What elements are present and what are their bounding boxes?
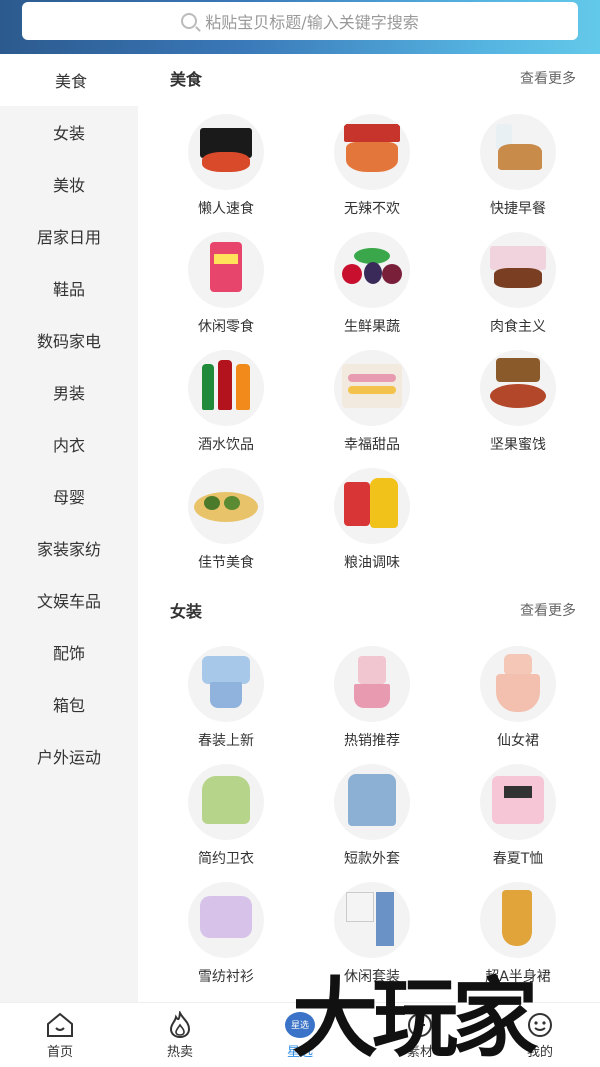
sidebar-item-underwear[interactable]: 内衣	[0, 418, 138, 470]
skirt-icon	[480, 882, 556, 958]
fruit-icon	[334, 232, 410, 308]
bread-icon	[480, 114, 556, 190]
grid-item-label: 懒人速食	[198, 201, 254, 217]
grid-item[interactable]: 酒水饮品	[153, 350, 299, 454]
grid-item-label: 坚果蜜饯	[490, 437, 546, 453]
grid-item[interactable]: 坚果蜜饯	[445, 350, 591, 454]
section-header-food: 美食 查看更多	[170, 66, 576, 90]
grid-item-label: 雪纺衬衫	[198, 969, 254, 985]
category-sidebar: 美食 女装 美妆 居家日用 鞋品 数码家电 男装 内衣 母婴 家装家纺 文娱车品…	[0, 54, 138, 1002]
sidebar-item-beauty[interactable]: 美妆	[0, 158, 138, 210]
casual-set-icon	[334, 882, 410, 958]
grid-item-label: 酒水饮品	[198, 437, 254, 453]
oil-rice-icon	[334, 468, 410, 544]
sidebar-item-outdoor[interactable]: 户外运动	[0, 730, 138, 782]
grid-item[interactable]: 幸福甜品	[299, 350, 445, 454]
grid-item[interactable]: 简约卫衣	[153, 764, 299, 868]
section-title: 美食	[170, 70, 203, 89]
watermark-logo: 大玩家	[292, 968, 538, 1067]
search-placeholder: 粘贴宝贝标题/输入关键字搜索	[205, 13, 419, 32]
nuts-icon	[480, 350, 556, 426]
grid-item-label: 短款外套	[344, 851, 400, 867]
grid-item-label: 仙女裙	[497, 733, 539, 749]
grid-item-label: 休闲零食	[198, 319, 254, 335]
grid-item-label: 生鲜果蔬	[344, 319, 400, 335]
sidebar-item-baby[interactable]: 母婴	[0, 470, 138, 522]
instant-noodle-icon	[188, 114, 264, 190]
tab-hot[interactable]: 热卖	[120, 1003, 240, 1067]
festival-food-icon	[188, 468, 264, 544]
sidebar-item-womens[interactable]: 女装	[0, 106, 138, 158]
sidebar-item-mens[interactable]: 男装	[0, 366, 138, 418]
fairy-dress-icon	[480, 646, 556, 722]
tab-label: 首页	[46, 1044, 73, 1060]
flame-icon	[164, 1010, 196, 1039]
grid-item-label: 快捷早餐	[490, 201, 546, 217]
sidebar-item-accessories[interactable]: 配饰	[0, 626, 138, 678]
snack-bag-icon	[188, 232, 264, 308]
grid-item-label: 春装上新	[198, 733, 254, 749]
grid-item-label: 肉食主义	[490, 319, 546, 335]
macaron-icon	[334, 350, 410, 426]
sidebar-item-food[interactable]: 美食	[0, 54, 138, 106]
meat-icon	[480, 232, 556, 308]
spicy-snack-icon	[334, 114, 410, 190]
grid-item[interactable]: 快捷早餐	[445, 114, 591, 218]
view-more-link[interactable]: 查看更多	[520, 68, 576, 88]
grid-item[interactable]: 生鲜果蔬	[299, 232, 445, 336]
grid-item[interactable]: 春夏T恤	[445, 764, 591, 868]
grid-item[interactable]: 短款外套	[299, 764, 445, 868]
grid-item[interactable]: 佳节美食	[153, 468, 299, 572]
sidebar-item-home[interactable]: 居家日用	[0, 210, 138, 262]
top-bar: 粘贴宝贝标题/输入关键字搜索	[0, 0, 600, 54]
tab-home[interactable]: 首页	[0, 1003, 120, 1067]
grid-item[interactable]: 热销推荐	[299, 646, 445, 750]
view-more-link[interactable]: 查看更多	[520, 600, 576, 620]
grid-item-label: 热销推荐	[344, 733, 400, 749]
grid-item-label: 春夏T恤	[492, 851, 544, 867]
sidebar-item-bags[interactable]: 箱包	[0, 678, 138, 730]
section-header-womens: 女装 查看更多	[170, 598, 576, 622]
blouse-icon	[188, 646, 264, 722]
sidebar-item-shoes[interactable]: 鞋品	[0, 262, 138, 314]
chiffon-shirt-icon	[188, 882, 264, 958]
tshirt-icon	[480, 764, 556, 840]
grid-item[interactable]: 春装上新	[153, 646, 299, 750]
sidebar-item-entertainment[interactable]: 文娱车品	[0, 574, 138, 626]
category-content: 美食 查看更多 懒人速食 无辣不欢 快捷早餐 休闲零食 生鲜果蔬 肉食主义 酒水…	[138, 54, 600, 1002]
grid-item-label: 佳节美食	[198, 555, 254, 571]
hoodie-icon	[188, 764, 264, 840]
section-title: 女装	[170, 602, 203, 621]
grid-item-label: 简约卫衣	[198, 851, 254, 867]
grid-item[interactable]: 雪纺衬衫	[153, 882, 299, 986]
grid-item-label: 粮油调味	[344, 555, 400, 571]
search-icon	[181, 13, 198, 29]
grid-item[interactable]: 粮油调味	[299, 468, 445, 572]
drink-bottles-icon	[188, 350, 264, 426]
sidebar-item-electronics[interactable]: 数码家电	[0, 314, 138, 366]
grid-item[interactable]: 肉食主义	[445, 232, 591, 336]
grid-item[interactable]: 懒人速食	[153, 114, 299, 218]
pink-set-icon	[334, 646, 410, 722]
grid-item[interactable]: 休闲零食	[153, 232, 299, 336]
grid-item[interactable]: 仙女裙	[445, 646, 591, 750]
sidebar-item-furnishing[interactable]: 家装家纺	[0, 522, 138, 574]
tab-label: 热卖	[166, 1044, 193, 1060]
search-input[interactable]: 粘贴宝贝标题/输入关键字搜索	[22, 2, 578, 40]
grid-item-label: 无辣不欢	[344, 201, 400, 217]
grid-item-label: 幸福甜品	[344, 437, 400, 453]
grid-item[interactable]: 无辣不欢	[299, 114, 445, 218]
home-icon	[44, 1011, 76, 1039]
denim-jacket-icon	[334, 764, 410, 840]
